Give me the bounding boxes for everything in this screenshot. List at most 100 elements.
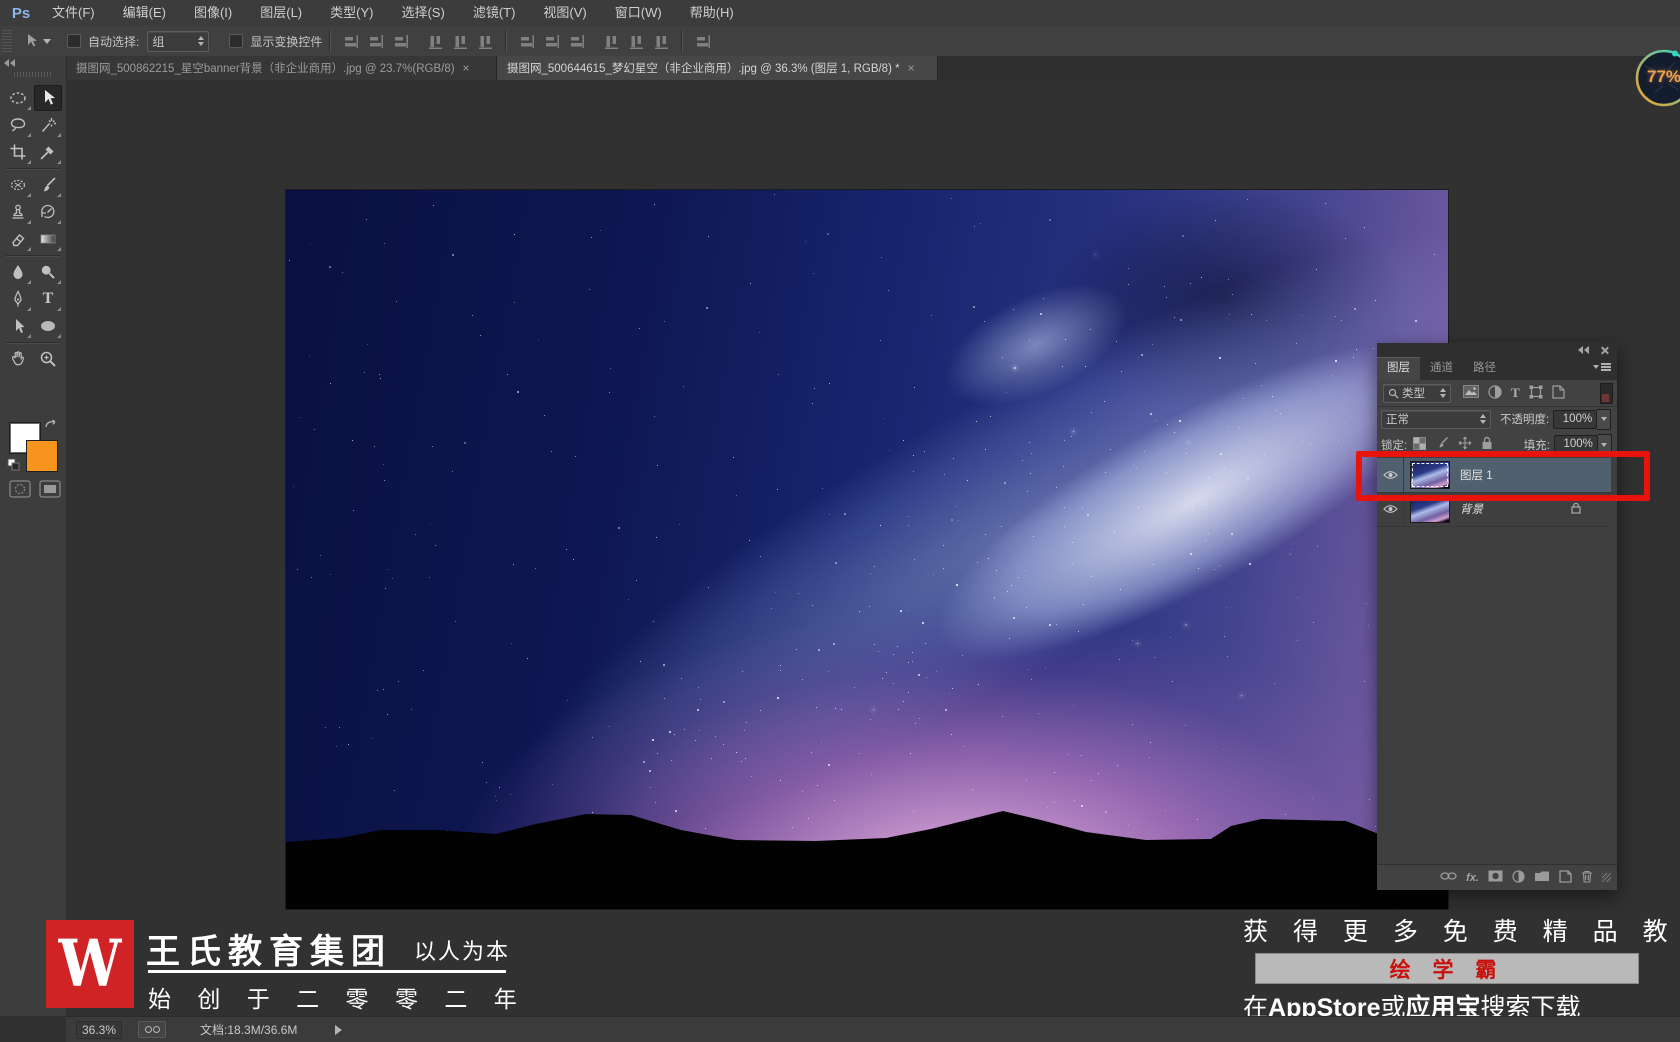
menu-edit[interactable]: 编辑(E): [109, 0, 180, 26]
document-canvas[interactable]: [286, 190, 1448, 909]
default-colors-icon[interactable]: [7, 458, 21, 477]
layer-thumbnail[interactable]: [1410, 495, 1450, 523]
distribute-spacing-icon[interactable]: [695, 34, 711, 49]
filter-adjustment-layers-icon[interactable]: [1488, 384, 1502, 402]
panel-resize-grip[interactable]: [1602, 873, 1611, 882]
menu-view[interactable]: 视图(V): [529, 0, 600, 26]
align-bottom-edges-icon[interactable]: [393, 34, 409, 49]
visibility-toggle[interactable]: [1377, 492, 1404, 526]
pen-tool[interactable]: [4, 286, 32, 312]
menu-file[interactable]: 文件(F): [38, 0, 109, 26]
collapse-panel-icon[interactable]: [4, 59, 15, 67]
tools-panel-grip[interactable]: [14, 72, 52, 77]
lock-position-icon[interactable]: [1458, 436, 1472, 453]
menu-window[interactable]: 窗口(W): [601, 0, 676, 26]
menu-select[interactable]: 选择(S): [387, 0, 458, 26]
tool-preset-caret[interactable]: [43, 38, 51, 44]
menu-filter[interactable]: 滤镜(T): [459, 0, 530, 26]
new-adjustment-layer-icon[interactable]: [1512, 869, 1525, 886]
lasso-tool[interactable]: [4, 112, 32, 138]
lock-all-icon[interactable]: [1481, 436, 1493, 453]
panel-menu-icon[interactable]: [1593, 362, 1611, 372]
patch-tool[interactable]: [4, 172, 32, 198]
menu-help[interactable]: 帮助(H): [676, 0, 748, 26]
filter-smart-objects-icon[interactable]: [1552, 384, 1565, 402]
auto-select-dropdown[interactable]: 组: [147, 30, 210, 52]
ellipse-shape-tool[interactable]: [34, 313, 62, 339]
link-layers-icon[interactable]: [1440, 871, 1457, 884]
zoom-level-field[interactable]: 36.3%: [76, 1020, 123, 1039]
swap-colors-icon[interactable]: [43, 418, 59, 437]
distribute-top-edges-icon[interactable]: [519, 34, 535, 49]
options-bar-grip[interactable]: [2, 30, 12, 52]
close-tab-icon[interactable]: ×: [463, 61, 470, 75]
layer-name[interactable]: 图层 1: [1460, 467, 1493, 483]
eraser-tool[interactable]: [4, 226, 32, 252]
collapse-panel-icon[interactable]: [1578, 346, 1589, 354]
move-tool[interactable]: [34, 85, 62, 111]
close-tab-icon[interactable]: ×: [908, 61, 915, 75]
background-color-swatch[interactable]: [26, 440, 58, 472]
distribute-bottom-edges-icon[interactable]: [569, 34, 585, 49]
new-group-icon[interactable]: [1534, 870, 1550, 885]
menu-image[interactable]: 图像(I): [180, 0, 246, 26]
status-options-arrow-icon[interactable]: [335, 1024, 343, 1035]
document-tab-1[interactable]: 摄图网_500862215_星空banner背景（非企业商用）.jpg @ 23…: [66, 56, 497, 80]
distribute-left-edges-icon[interactable]: [604, 34, 619, 49]
distribute-right-edges-icon[interactable]: [654, 34, 669, 49]
add-layer-mask-icon[interactable]: [1488, 870, 1503, 885]
new-layer-icon[interactable]: [1559, 869, 1572, 886]
layer-thumbnail[interactable]: [1410, 461, 1450, 489]
eyedropper-tool[interactable]: [34, 139, 62, 165]
hand-tool[interactable]: [4, 346, 32, 372]
lock-transparent-pixels-icon[interactable]: [1413, 436, 1427, 453]
path-selection-tool[interactable]: [4, 313, 32, 339]
align-horizontal-centers-icon[interactable]: [453, 34, 468, 49]
layer-style-fx-icon[interactable]: fx.: [1466, 872, 1479, 884]
fill-caret[interactable]: [1597, 434, 1612, 455]
gradient-tool[interactable]: [34, 226, 62, 252]
menu-type[interactable]: 类型(Y): [316, 0, 387, 26]
show-transform-checkbox[interactable]: [229, 34, 244, 48]
blur-tool[interactable]: [4, 259, 32, 285]
type-tool[interactable]: T: [34, 286, 62, 312]
distribute-horizontal-centers-icon[interactable]: [629, 34, 644, 49]
lock-image-pixels-icon[interactable]: [1435, 436, 1449, 453]
filter-type-layers-icon[interactable]: T: [1511, 385, 1520, 401]
blend-mode-dropdown[interactable]: 正常: [1381, 409, 1491, 429]
progress-badge[interactable]: 77%: [1635, 46, 1680, 110]
quick-mask-icon[interactable]: [6, 476, 34, 502]
brush-tool[interactable]: [34, 172, 62, 198]
visibility-toggle[interactable]: [1377, 458, 1404, 492]
layer-name[interactable]: 背景: [1460, 501, 1483, 517]
close-panel-icon[interactable]: [1600, 346, 1609, 355]
document-tab-2[interactable]: 摄图网_500644615_梦幻星空（非企业商用）.jpg @ 36.3% (图…: [497, 56, 938, 80]
align-left-edges-icon[interactable]: [428, 34, 443, 49]
opacity-caret[interactable]: [1597, 408, 1612, 430]
elliptical-marquee-tool[interactable]: [4, 85, 32, 111]
menu-layer[interactable]: 图层(L): [246, 0, 316, 26]
align-vertical-centers-icon[interactable]: [368, 34, 384, 49]
filter-type-dropdown[interactable]: 类型: [1383, 383, 1451, 403]
screen-mode-icon[interactable]: [36, 476, 64, 502]
zoom-tool[interactable]: [34, 346, 62, 372]
dodge-tool[interactable]: [34, 259, 62, 285]
tab-channels[interactable]: 通道: [1420, 357, 1463, 380]
magic-wand-tool[interactable]: [34, 112, 62, 138]
history-brush-tool[interactable]: [34, 199, 62, 225]
clone-stamp-tool[interactable]: [4, 199, 32, 225]
tab-paths[interactable]: 路径: [1463, 357, 1506, 380]
layer-row-layer1[interactable]: 图层 1: [1377, 458, 1611, 493]
auto-select-checkbox[interactable]: [67, 34, 81, 48]
align-top-edges-icon[interactable]: [343, 34, 359, 49]
opacity-value[interactable]: 100%: [1553, 409, 1598, 429]
layer-row-background[interactable]: 背景: [1377, 492, 1611, 527]
filter-pixel-layers-icon[interactable]: [1463, 385, 1479, 401]
filtering-toggle[interactable]: [1600, 382, 1613, 404]
crop-tool[interactable]: [4, 139, 32, 165]
distribute-vertical-centers-icon[interactable]: [544, 34, 560, 49]
delete-layer-icon[interactable]: [1581, 870, 1593, 886]
align-right-edges-icon[interactable]: [478, 34, 493, 49]
filter-shape-layers-icon[interactable]: [1529, 385, 1543, 402]
tab-layers[interactable]: 图层: [1377, 357, 1420, 380]
